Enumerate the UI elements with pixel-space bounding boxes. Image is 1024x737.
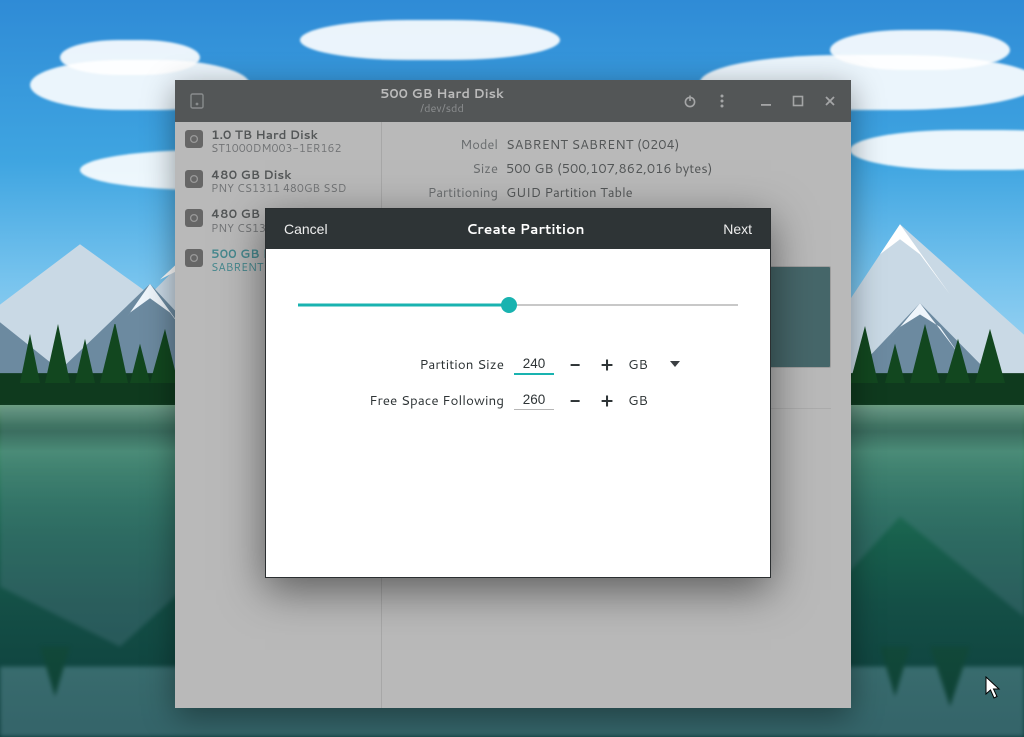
free-space-row: Free Space Following − + GB [298, 389, 738, 411]
free-space-input[interactable] [514, 390, 554, 410]
partition-size-minus[interactable]: − [564, 353, 586, 375]
free-space-plus[interactable]: + [596, 389, 618, 411]
partition-size-label: Partition Size [354, 355, 504, 374]
slider-thumb[interactable] [501, 297, 517, 313]
partition-size-unit: GB [628, 355, 658, 374]
slider-fill [298, 304, 509, 307]
free-space-unit: GB [628, 391, 658, 410]
free-space-minus[interactable]: − [564, 389, 586, 411]
partition-size-row: Partition Size − + GB [298, 353, 738, 375]
dialog-title: Create Partition [466, 219, 584, 239]
unit-dropdown-caret-icon[interactable] [668, 361, 682, 367]
next-button[interactable]: Next [721, 217, 754, 241]
free-space-label: Free Space Following [354, 391, 504, 410]
create-partition-dialog: Cancel Create Partition Next Partition S… [265, 208, 771, 578]
cancel-button[interactable]: Cancel [282, 217, 330, 241]
partition-size-slider[interactable] [298, 293, 738, 317]
dialog-header: Cancel Create Partition Next [266, 209, 770, 249]
partition-size-plus[interactable]: + [596, 353, 618, 375]
partition-size-input[interactable] [514, 354, 554, 375]
